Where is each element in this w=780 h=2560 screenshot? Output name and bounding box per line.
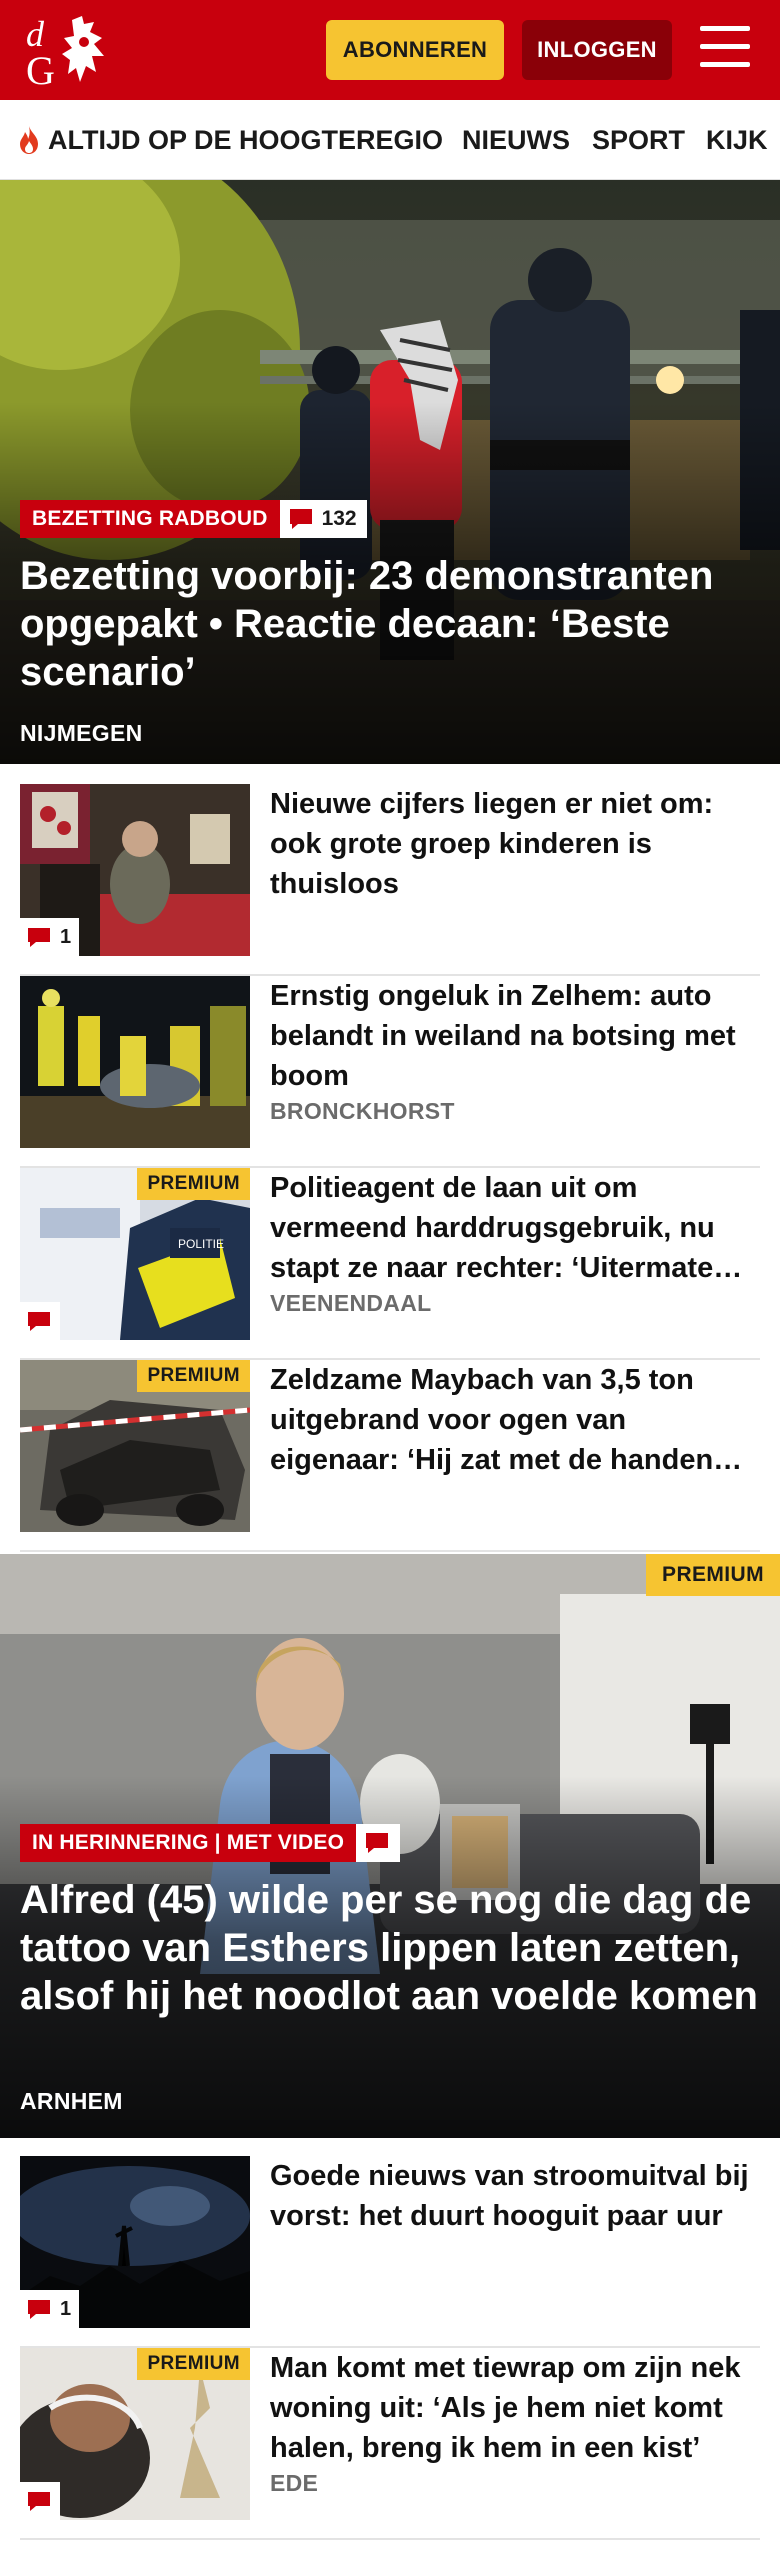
nav-item-altijd-op-de-hoogte[interactable]: ALTIJD OP DE HOOGTE xyxy=(16,122,356,158)
premium-badge: PREMIUM xyxy=(646,1554,780,1596)
nav-label: ALTIJD OP DE HOOGTE xyxy=(48,124,357,155)
nav-item-kijk[interactable]: KIJK xyxy=(706,122,768,158)
feature-title[interactable]: Alfred (45) wilde per se nog die dag de … xyxy=(20,1876,760,2020)
comment-count-text: 1 xyxy=(60,2297,72,2320)
nav-item-sport[interactable]: SPORT xyxy=(592,122,685,158)
comment-badge[interactable] xyxy=(20,1302,60,1340)
premium-badge: PREMIUM xyxy=(137,1360,250,1392)
article-thumbnail: 1 xyxy=(20,2156,250,2328)
article-location: BRONCKHORST xyxy=(270,1098,455,1124)
hero-comment-count[interactable]: 132 xyxy=(279,500,367,538)
hero-tag[interactable]: BEZETTING RADBOUD xyxy=(20,500,280,538)
hero-tag-row: BEZETTING RADBOUD 132 xyxy=(20,500,367,538)
article-thumbnail: PREMIUM xyxy=(20,2348,250,2520)
list-item[interactable]: 1 Nieuwe cijfers liegen er niet om: ook … xyxy=(20,784,760,976)
comment-icon xyxy=(28,2300,50,2319)
article-thumbnail: POLITIE PREMIUM xyxy=(20,1168,250,1340)
article-location: EDE xyxy=(270,2470,319,2496)
article-title[interactable]: Zeldzame Maybach van 3,5 ton uitgebrand … xyxy=(270,1360,750,1480)
hamburger-menu-icon[interactable] xyxy=(700,26,754,72)
article-title[interactable]: Man komt met tiewrap om zijn nek woning … xyxy=(270,2348,750,2468)
comment-badge[interactable]: 1 xyxy=(20,918,80,956)
comment-icon xyxy=(28,928,50,947)
list-item[interactable]: Ernstig ongeluk in Zelhem: auto belandt … xyxy=(20,976,760,1168)
main-nav: ALTIJD OP DE HOOGTE REGIO NIEUWS SPORT K… xyxy=(0,100,780,180)
list-item[interactable]: PREMIUM Man komt met tiewrap om zijn nek… xyxy=(20,2348,760,2540)
feature-tag[interactable]: IN HERINNERING | MET VIDEO xyxy=(20,1824,357,1862)
premium-badge: PREMIUM xyxy=(137,1168,250,1200)
hero-article[interactable]: BEZETTING RADBOUD 132 Bezetting voorbij:… xyxy=(0,180,780,764)
comment-icon xyxy=(28,1312,50,1331)
subscribe-button[interactable]: ABONNEREN xyxy=(326,20,504,80)
nav-item-nieuws[interactable]: NIEUWS xyxy=(462,122,570,158)
dg-logo[interactable]: d G xyxy=(24,12,116,88)
svg-text:POLITIE: POLITIE xyxy=(178,1237,224,1251)
comment-count-text: 1 xyxy=(60,925,72,948)
hero-title[interactable]: Bezetting voorbij: 23 demonstranten opge… xyxy=(20,552,760,696)
feature-comment-button[interactable] xyxy=(356,1824,401,1862)
article-thumbnail: PREMIUM xyxy=(20,1360,250,1532)
article-title[interactable]: Nieuwe cijfers liegen er niet om: ook gr… xyxy=(270,784,750,904)
list-item[interactable]: PREMIUM Zeldzame Maybach van 3,5 ton uit… xyxy=(20,1360,760,1552)
svg-text:G: G xyxy=(26,48,55,88)
flame-icon xyxy=(20,126,38,154)
thumbnail-image xyxy=(20,976,250,1148)
comment-count-text: 132 xyxy=(321,507,357,530)
comment-icon xyxy=(28,2492,50,2511)
list-item[interactable]: POLITIE PREMIUM Politieagent de laan uit… xyxy=(20,1168,760,1360)
premium-badge: PREMIUM xyxy=(137,2348,250,2380)
login-button[interactable]: INLOGGEN xyxy=(522,20,672,80)
article-title[interactable]: Ernstig ongeluk in Zelhem: auto belandt … xyxy=(270,976,750,1096)
comment-icon xyxy=(289,509,312,529)
feature-tag-row: IN HERINNERING | MET VIDEO xyxy=(20,1824,401,1862)
site-header: d G ABONNEREN INLOGGEN xyxy=(0,0,780,100)
hero-location: NIJMEGEN xyxy=(20,720,143,746)
article-title[interactable]: Politieagent de laan uit om vermeend har… xyxy=(270,1168,750,1288)
feature-location: ARNHEM xyxy=(20,2088,123,2114)
article-thumbnail xyxy=(20,976,250,1148)
article-location: VEENENDAAL xyxy=(270,1290,432,1316)
article-thumbnail: 1 xyxy=(20,784,250,956)
article-title[interactable]: Goede nieuws van stroomuitval bij vorst:… xyxy=(270,2156,750,2236)
comment-badge[interactable] xyxy=(20,2482,60,2520)
list-item[interactable]: 1 Goede nieuws van stroomuitval bij vors… xyxy=(20,2156,760,2348)
nav-item-regio[interactable]: REGIO xyxy=(356,122,443,158)
comment-icon xyxy=(366,1833,389,1853)
feature-article[interactable]: PREMIUM IN HERINNERING | MET VIDEO Alfre… xyxy=(0,1554,780,2138)
comment-badge[interactable]: 1 xyxy=(20,2290,80,2328)
